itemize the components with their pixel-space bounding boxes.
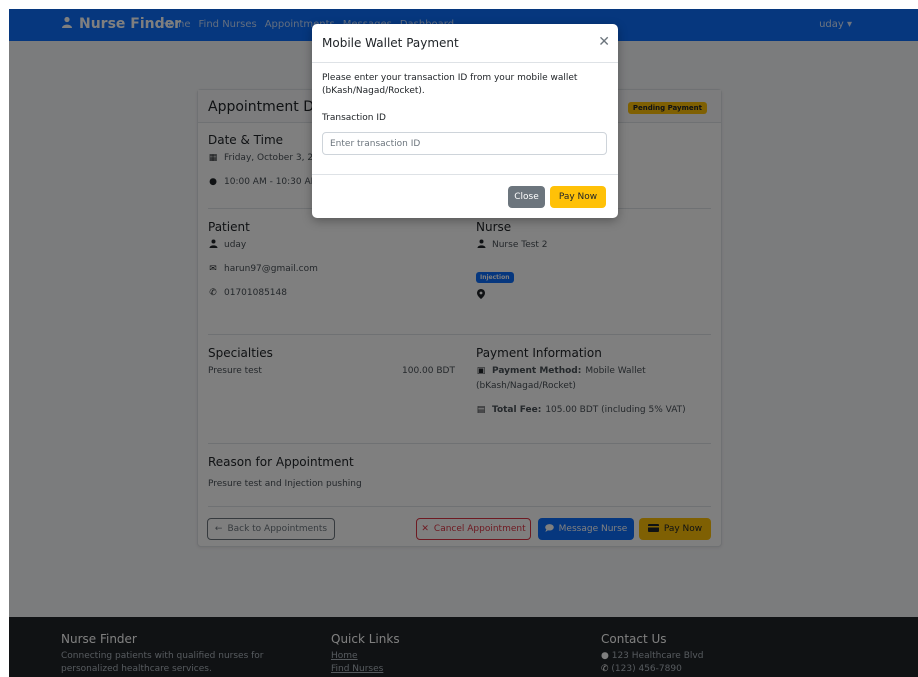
modal-title: Mobile Wallet Payment (322, 36, 459, 50)
modal-close-button[interactable]: Close (508, 186, 545, 208)
modal-header: Mobile Wallet Payment ✕ (312, 24, 618, 63)
close-icon[interactable]: ✕ (598, 34, 610, 50)
modal-pay-now-button[interactable]: Pay Now (550, 186, 606, 208)
transaction-id-input[interactable] (322, 132, 607, 155)
modal-footer: Close Pay Now (312, 174, 618, 219)
transaction-id-label: Transaction ID (322, 113, 386, 123)
modal-description: Please enter your transaction ID from yo… (322, 73, 578, 96)
payment-modal: Mobile Wallet Payment ✕ Please enter you… (312, 24, 618, 218)
browser-viewport: Nurse Finder Home Find Nurses Appointmen… (9, 9, 918, 677)
